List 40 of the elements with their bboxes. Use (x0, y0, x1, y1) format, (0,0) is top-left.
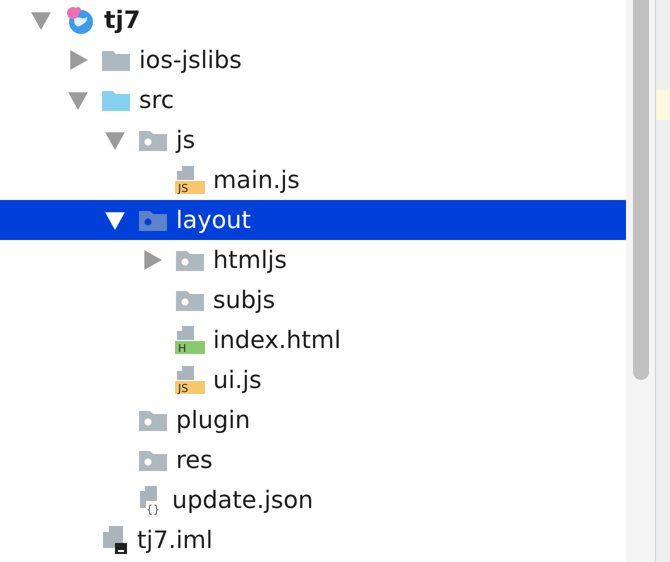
package-icon (138, 208, 168, 232)
item-label: tj7 (104, 5, 140, 36)
module-file-icon (101, 525, 129, 555)
tree-item[interactable]: src (0, 80, 626, 120)
tree-item[interactable]: {} update.json (0, 480, 626, 520)
item-label: subjs (213, 285, 276, 316)
tree-item[interactable]: js (0, 120, 626, 160)
package-icon (175, 248, 205, 272)
item-label: js (176, 125, 196, 156)
tree-item[interactable]: H index.html (0, 320, 626, 360)
package-icon (138, 448, 168, 472)
item-label: main.js (213, 165, 300, 196)
tree-item[interactable]: subjs (0, 280, 626, 320)
tree-item[interactable]: JS ui.js (0, 360, 626, 400)
item-label: res (176, 445, 213, 476)
tree-item[interactable]: tj7.iml (0, 520, 626, 560)
item-label: update.json (172, 485, 314, 516)
item-label: ios-jslibs (139, 45, 242, 76)
item-label: tj7.iml (137, 525, 213, 556)
package-icon (175, 288, 205, 312)
package-icon (138, 408, 168, 432)
item-label: plugin (176, 405, 250, 436)
current-line-highlight (656, 90, 670, 120)
item-label: htmljs (213, 245, 287, 276)
item-label: index.html (213, 325, 341, 356)
folder-icon (101, 48, 131, 72)
item-label: src (139, 85, 174, 116)
package-icon (138, 128, 168, 152)
tree-item[interactable]: plugin (0, 400, 626, 440)
module-icon (64, 5, 96, 35)
item-label: ui.js (213, 365, 262, 396)
scrollbar-thumb[interactable] (632, 0, 648, 380)
item-label: layout (176, 205, 251, 236)
tree-item[interactable]: htmljs (0, 240, 626, 280)
folder-icon (101, 88, 131, 112)
tree-item[interactable]: tj7 (0, 0, 626, 40)
tree-item[interactable]: layout (0, 200, 626, 240)
tree-item[interactable]: JS main.js (0, 160, 626, 200)
tree-item[interactable]: ios-jslibs (0, 40, 626, 80)
tree-item[interactable]: res (0, 440, 626, 480)
